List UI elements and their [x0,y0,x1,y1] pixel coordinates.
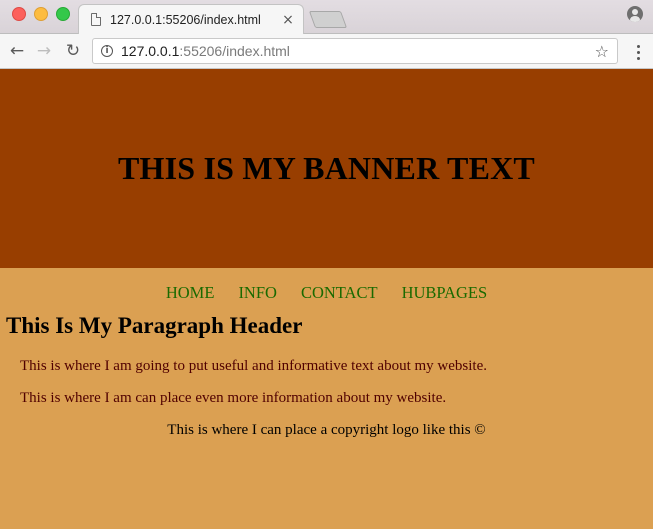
url-text[interactable]: 127.0.0.1:55206/index.html [121,43,595,59]
profile-icon[interactable] [627,6,643,22]
tab-close-icon[interactable]: × [281,12,295,28]
paragraph-1: This is where I am going to put useful a… [20,358,487,374]
browser-tab[interactable]: 127.0.0.1:55206/index.html × [78,4,304,34]
nav-link-home[interactable]: HOME [166,283,215,303]
address-bar[interactable]: i 127.0.0.1:55206/index.html ☆ [92,38,618,64]
copyright-text: This is where I can place a copyright lo… [167,422,486,438]
menu-dot [637,51,640,54]
back-arrow-icon[interactable]: ← [6,40,28,62]
maximize-window-button[interactable] [56,7,70,21]
bookmark-star-icon[interactable]: ☆ [595,42,609,61]
new-tab-button[interactable] [308,11,348,28]
tab-title: 127.0.0.1:55206/index.html [110,12,261,27]
forward-arrow-icon[interactable]: → [33,40,55,62]
info-icon[interactable]: i [101,45,113,57]
paragraph-header: This Is My Paragraph Header [6,313,303,338]
paragraph-2: This is where I am can place even more i… [20,390,447,406]
nav-link-contact[interactable]: CONTACT [301,283,378,303]
url-host: 127.0.0.1 [121,43,180,59]
banner: THIS IS MY BANNER TEXT [0,69,653,268]
window-controls [12,7,70,21]
banner-text: THIS IS MY BANNER TEXT [118,150,535,186]
browser-toolbar: ← → ↻ i 127.0.0.1:55206/index.html ☆ [0,34,653,69]
more-menu-icon[interactable] [637,45,641,60]
document-icon [91,13,101,26]
tab-bar: 127.0.0.1:55206/index.html × [0,0,653,34]
web-page: THIS IS MY BANNER TEXT HOME INFO CONTACT… [0,69,653,529]
reload-icon[interactable]: ↻ [62,40,84,62]
menu-dot [637,45,640,48]
close-window-button[interactable] [12,7,26,21]
nav-link-hubpages[interactable]: HUBPAGES [402,283,488,303]
main-nav: HOME INFO CONTACT HUBPAGES [0,268,653,303]
url-path: :55206/index.html [179,43,290,59]
nav-link-info[interactable]: INFO [238,283,277,303]
browser-chrome: 127.0.0.1:55206/index.html × ← → ↻ i 127… [0,0,653,69]
minimize-window-button[interactable] [34,7,48,21]
menu-dot [637,57,640,60]
